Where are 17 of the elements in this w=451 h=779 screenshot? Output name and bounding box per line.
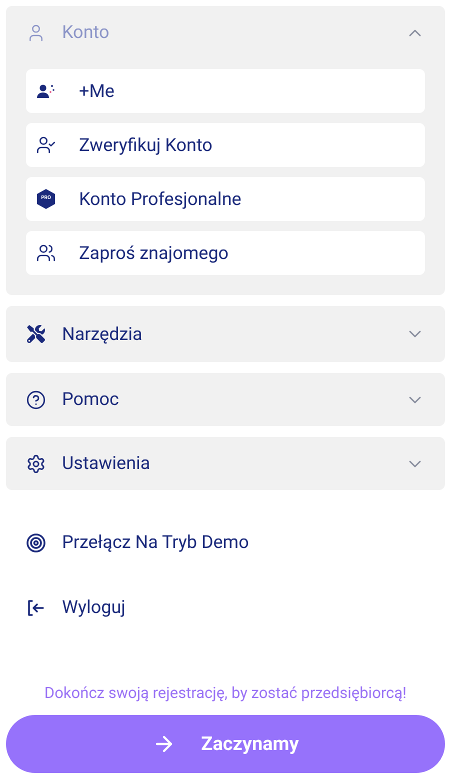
help-icon (26, 390, 46, 410)
account-menu-item[interactable]: Zweryfikuj Konto (26, 123, 425, 167)
section-header[interactable]: Pomoc (6, 373, 445, 426)
account-menu-item[interactable]: Zaproś znajomego (26, 231, 425, 275)
user-sparkle-icon (36, 83, 56, 99)
user-check-icon (36, 135, 56, 155)
menu-link[interactable]: Wyloguj (6, 575, 445, 640)
section-header[interactable]: Ustawienia (6, 437, 445, 490)
menu-link[interactable]: Przełącz Na Tryb Demo (6, 510, 445, 575)
target-icon (26, 532, 46, 552)
tools-icon (26, 324, 46, 344)
registration-message: Dokończ swoją rejestrację, by zostać przedsiębiorcą! (43, 682, 408, 704)
settings-icon (26, 454, 46, 474)
section-header[interactable]: Narzędzia (6, 306, 445, 362)
logout-icon (26, 598, 46, 618)
users-icon (36, 243, 56, 263)
account-menu-item[interactable]: +Me (26, 69, 425, 113)
